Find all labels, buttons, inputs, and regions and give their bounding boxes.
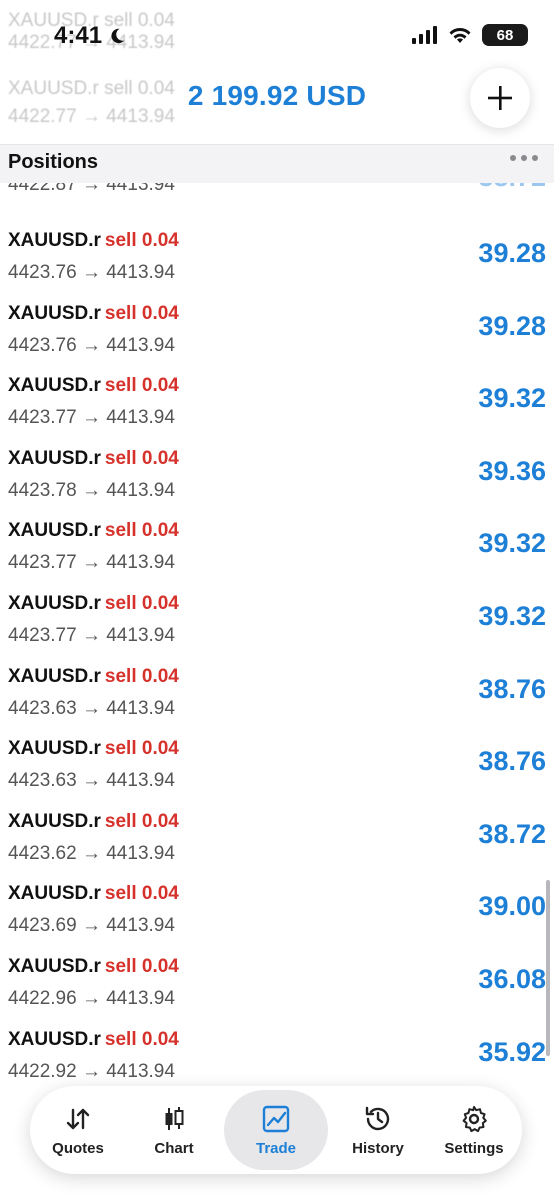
cellular-signal-icon <box>412 26 437 44</box>
position-symbol: XAUUSD.r <box>8 375 101 397</box>
position-symbol: XAUUSD.r <box>8 883 101 905</box>
position-symbol-line: XAUUSD.r sell 0.04 <box>8 738 179 760</box>
position-symbol-line: XAUUSD.r sell 0.04 <box>8 1029 179 1051</box>
position-symbol-line: XAUUSD.r sell 0.04 <box>8 666 179 688</box>
position-row[interactable]: XAUUSD.r sell 0.04 4422.92 → 4413.94 35.92 <box>0 1007 554 1082</box>
tab-label: Chart <box>154 1139 194 1157</box>
clock: 4:41 <box>54 22 126 50</box>
position-symbol-line: XAUUSD.r sell 0.04 <box>8 956 179 978</box>
position-symbol: XAUUSD.r <box>8 665 101 687</box>
position-profit: 39.32 <box>478 528 546 559</box>
position-row[interactable]: XAUUSD.r sell 0.04 4423.69 → 4413.94 39.00 <box>0 861 554 936</box>
history-icon <box>365 1106 390 1130</box>
position-profit: 35.92 <box>478 1036 546 1067</box>
position-profit: 39.00 <box>478 891 546 922</box>
position-side-volume: sell 0.04 <box>104 375 179 397</box>
new-order-button[interactable] <box>470 68 530 128</box>
position-row[interactable]: XAUUSD.r sell 0.04 4423.63 → 4413.94 38.76 <box>0 716 554 791</box>
dot-icon <box>532 155 538 161</box>
trade-chart-icon <box>262 1105 290 1132</box>
position-symbol-line: XAUUSD.r sell 0.04 <box>8 230 179 252</box>
position-symbol: XAUUSD.r <box>8 955 101 977</box>
position-profit: 38.72 <box>478 818 546 849</box>
position-side-volume: sell 0.04 <box>104 520 179 542</box>
position-row[interactable]: XAUUSD.r sell 0.04 4423.77 → 4413.94 39.32 <box>0 498 554 573</box>
tab-quotes[interactable]: Quotes <box>32 1090 124 1170</box>
plus-icon <box>488 86 512 110</box>
scrollbar[interactable] <box>546 880 550 1056</box>
position-profit: 39.28 <box>478 310 546 341</box>
position-side-volume: sell 0.04 <box>104 447 179 469</box>
more-options-button[interactable] <box>510 155 538 161</box>
tab-history[interactable]: History <box>332 1090 424 1170</box>
position-symbol: XAUUSD.r <box>8 447 101 469</box>
position-profit: 39.28 <box>478 238 546 268</box>
wifi-icon <box>449 28 471 43</box>
position-profit: 38.76 <box>478 673 546 704</box>
position-profit: 39.32 <box>478 383 546 414</box>
position-row[interactable]: XAUUSD.r sell 0.04 4423.63 → 4413.94 38.76 <box>0 644 554 719</box>
bottom-tab-bar: Quotes Chart Trade History Settings <box>30 1086 522 1174</box>
position-side-volume: sell 0.04 <box>104 230 179 251</box>
positions-list[interactable]: 4422.87 → 4413.94 38.72 XAUUSD.rsell 0.0… <box>0 170 554 1100</box>
position-symbol: XAUUSD.r <box>8 810 101 832</box>
position-symbol-line: XAUUSD.r sell 0.04 <box>8 593 179 615</box>
position-side-volume: sell 0.04 <box>104 665 179 687</box>
position-symbol-line: XAUUSD.r sell 0.04 <box>8 811 179 833</box>
position-symbol-line: XAUUSD.r sell 0.04 <box>8 303 179 325</box>
position-profit: 38.76 <box>478 746 546 777</box>
position-side-volume: sell 0.04 <box>104 738 179 760</box>
status-icons: 68 <box>412 24 528 46</box>
position-side-volume: sell 0.04 <box>104 1028 179 1050</box>
position-symbol: XAUUSD.r <box>8 230 101 251</box>
tab-label: Quotes <box>52 1139 104 1157</box>
gear-icon <box>462 1105 487 1132</box>
position-row[interactable]: XAUUSD.r sell 0.04 4422.96 → 4413.94 36.08 <box>0 934 554 1009</box>
position-side-volume: sell 0.04 <box>104 592 179 614</box>
dot-icon <box>521 155 527 161</box>
tab-label: Settings <box>444 1139 504 1157</box>
account-header: XAUUSD.r sell 0.04 4422.77 → 4413.94 XAU… <box>0 10 554 144</box>
position-symbol: XAUUSD.r <box>8 520 101 542</box>
tab-chart[interactable]: Chart <box>128 1090 220 1170</box>
position-profit: 39.36 <box>478 455 546 486</box>
sort-arrows-icon <box>66 1108 90 1129</box>
position-prices: 4422.92 → 4413.94 <box>8 1060 175 1082</box>
position-symbol: XAUUSD.r <box>8 738 101 760</box>
position-symbol: XAUUSD.r <box>8 1028 101 1050</box>
position-side-volume: sell 0.04 <box>104 955 179 977</box>
dot-icon <box>510 155 516 161</box>
position-symbol-line: XAUUSD.r sell 0.04 <box>8 520 179 542</box>
position-symbol: XAUUSD.r <box>8 592 101 614</box>
battery-indicator: 68 <box>482 24 528 46</box>
status-bar: 4:41 68 <box>0 0 554 70</box>
position-row[interactable]: XAUUSD.r sell 0.04 4423.77 → 4413.94 39.32 <box>0 353 554 428</box>
position-side-volume: sell 0.04 <box>104 810 179 832</box>
tab-trade[interactable]: Trade <box>224 1090 328 1170</box>
tab-settings[interactable]: Settings <box>428 1090 520 1170</box>
section-title: Positions <box>8 151 99 173</box>
position-symbol: XAUUSD.r <box>8 302 101 324</box>
time-text: 4:41 <box>54 22 103 49</box>
position-profit: 39.32 <box>478 600 546 631</box>
position-row[interactable]: XAUUSD.r sell 0.04 4423.78 → 4413.94 39.36 <box>0 426 554 501</box>
moon-icon <box>111 28 125 44</box>
position-symbol-line: XAUUSD.r sell 0.04 <box>8 375 179 397</box>
position-side-volume: sell 0.04 <box>104 302 179 324</box>
position-side-volume: sell 0.04 <box>104 883 179 905</box>
tab-label: History <box>352 1139 404 1157</box>
position-symbol-line: XAUUSD.r sell 0.04 <box>8 448 179 470</box>
candlestick-icon <box>165 1106 184 1130</box>
position-row[interactable]: XAUUSD.r sell 0.04 4423.76 → 4413.94 39.28 <box>0 208 554 283</box>
position-row[interactable]: XAUUSD.r sell 0.04 4423.76 → 4413.94 39.28 <box>0 281 554 356</box>
positions-section-header: Positions <box>0 144 554 183</box>
tab-label: Trade <box>255 1139 297 1157</box>
position-row[interactable]: XAUUSD.r sell 0.04 4423.77 → 4413.94 39.32 <box>0 571 554 646</box>
position-profit: 36.08 <box>478 963 546 994</box>
position-symbol-line: XAUUSD.r sell 0.04 <box>8 883 179 905</box>
position-row[interactable]: XAUUSD.r sell 0.04 4423.62 → 4413.94 38.72 <box>0 789 554 864</box>
